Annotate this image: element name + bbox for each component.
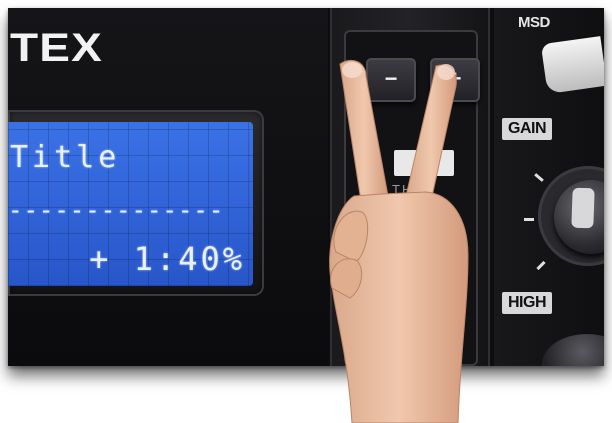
brand-logo: TEX	[10, 26, 103, 70]
lcd-display: Title -------------- + 1:40%	[8, 122, 253, 286]
high-knob[interactable]	[542, 334, 604, 366]
device-front-panel: TEX Title -------------- + 1:40%	[8, 8, 328, 366]
gain-tick-mark	[534, 173, 544, 182]
gain-knob-pointer	[571, 187, 595, 229]
hand-peace-sign	[329, 60, 469, 423]
gain-tick-mark	[524, 218, 534, 221]
channel-strip: MSD GAIN HIGH	[494, 8, 604, 366]
msd-switch[interactable]	[540, 36, 604, 94]
msd-label: MSD	[518, 14, 550, 31]
lcd-title-text: Title	[10, 140, 121, 175]
gain-label: GAIN	[502, 118, 552, 140]
high-label: HIGH	[502, 292, 552, 314]
lcd-divider: --------------	[8, 196, 225, 224]
gain-tick-mark	[536, 260, 546, 271]
lcd-value-readout: + 1:40%	[89, 240, 245, 278]
device-photo: TEX Title -------------- + 1:40% − + TH …	[8, 8, 604, 366]
